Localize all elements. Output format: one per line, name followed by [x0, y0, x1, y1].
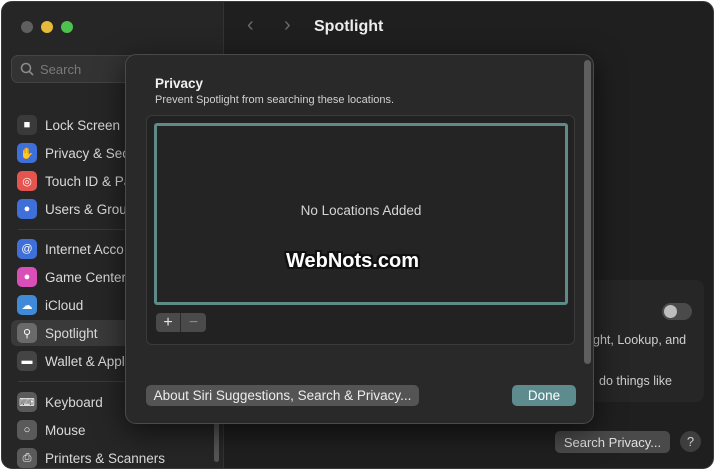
sidebar-item-label: Mouse: [45, 422, 86, 438]
help-button[interactable]: ?: [680, 431, 701, 452]
privacy-sheet: Privacy Prevent Spotlight from searching…: [125, 54, 594, 424]
sheet-scrollbar[interactable]: [584, 60, 591, 364]
sidebar-scrollbar[interactable]: [214, 422, 219, 462]
locations-frame: No Locations Added + −: [146, 115, 575, 345]
background-text: do things like: [599, 374, 672, 388]
settings-toggle[interactable]: [662, 303, 692, 320]
sidebar-item-label: Printers & Scanners: [45, 450, 166, 466]
sidebar-item-label: Users & Grou: [45, 201, 127, 217]
sidebar-item-label: Game Center: [45, 269, 127, 285]
sidebar-item-label: Touch ID & Pa: [45, 173, 132, 189]
sidebar-item-label: Privacy & Sec: [45, 145, 130, 161]
add-location-button[interactable]: +: [156, 313, 181, 332]
printer-icon: ⎙: [17, 448, 37, 468]
sheet-subtitle: Prevent Spotlight from searching these l…: [155, 94, 395, 106]
lock-icon: ■: [17, 115, 37, 135]
users-icon: ●: [17, 199, 37, 219]
mouse-icon: ○: [17, 420, 37, 440]
back-arrow-icon[interactable]: ‹: [247, 14, 254, 37]
sidebar-item-label: Wallet & Appl: [45, 353, 125, 369]
keyboard-icon: ⌨: [17, 392, 37, 412]
about-privacy-button[interactable]: About Siri Suggestions, Search & Privacy…: [146, 385, 419, 406]
sidebar-item-label: iCloud: [45, 297, 84, 313]
remove-location-button[interactable]: −: [181, 313, 206, 332]
sidebar-item-label: Spotlight: [45, 325, 98, 341]
page-title: Spotlight: [314, 18, 384, 35]
sidebar-item-label: Lock Screen: [45, 117, 121, 133]
search-icon: [20, 62, 34, 76]
at-icon: @: [17, 239, 37, 259]
wallet-icon: ▬: [17, 351, 37, 371]
sheet-title: Privacy: [155, 76, 204, 91]
magnifier-icon: ⚲: [17, 323, 37, 343]
sidebar-item-label: Keyboard: [45, 394, 103, 410]
empty-list-text: No Locations Added: [300, 202, 422, 218]
watermark-logo: WebNots.com: [286, 250, 419, 272]
maximize-window-button[interactable]: [61, 21, 73, 33]
sidebar-item-printers[interactable]: ⎙ Printers & Scanners: [11, 445, 215, 468]
settings-window: ■ Lock Screen ✋ Privacy & Sec ◎ Touch ID…: [1, 1, 714, 469]
game-center-icon: ●: [17, 267, 37, 287]
minimize-window-button[interactable]: [41, 21, 53, 33]
add-remove-control: + −: [156, 313, 206, 332]
hand-icon: ✋: [17, 143, 37, 163]
fingerprint-icon: ◎: [17, 171, 37, 191]
done-button[interactable]: Done: [512, 385, 576, 406]
forward-arrow-icon[interactable]: ›: [284, 14, 291, 37]
background-text: ght, Lookup, and: [593, 333, 687, 347]
search-privacy-button[interactable]: Search Privacy...: [555, 431, 670, 453]
cloud-icon: ☁: [17, 295, 37, 315]
sidebar-item-label: Internet Acco: [45, 241, 124, 257]
locations-list[interactable]: No Locations Added: [154, 123, 568, 305]
close-window-button[interactable]: [21, 21, 33, 33]
